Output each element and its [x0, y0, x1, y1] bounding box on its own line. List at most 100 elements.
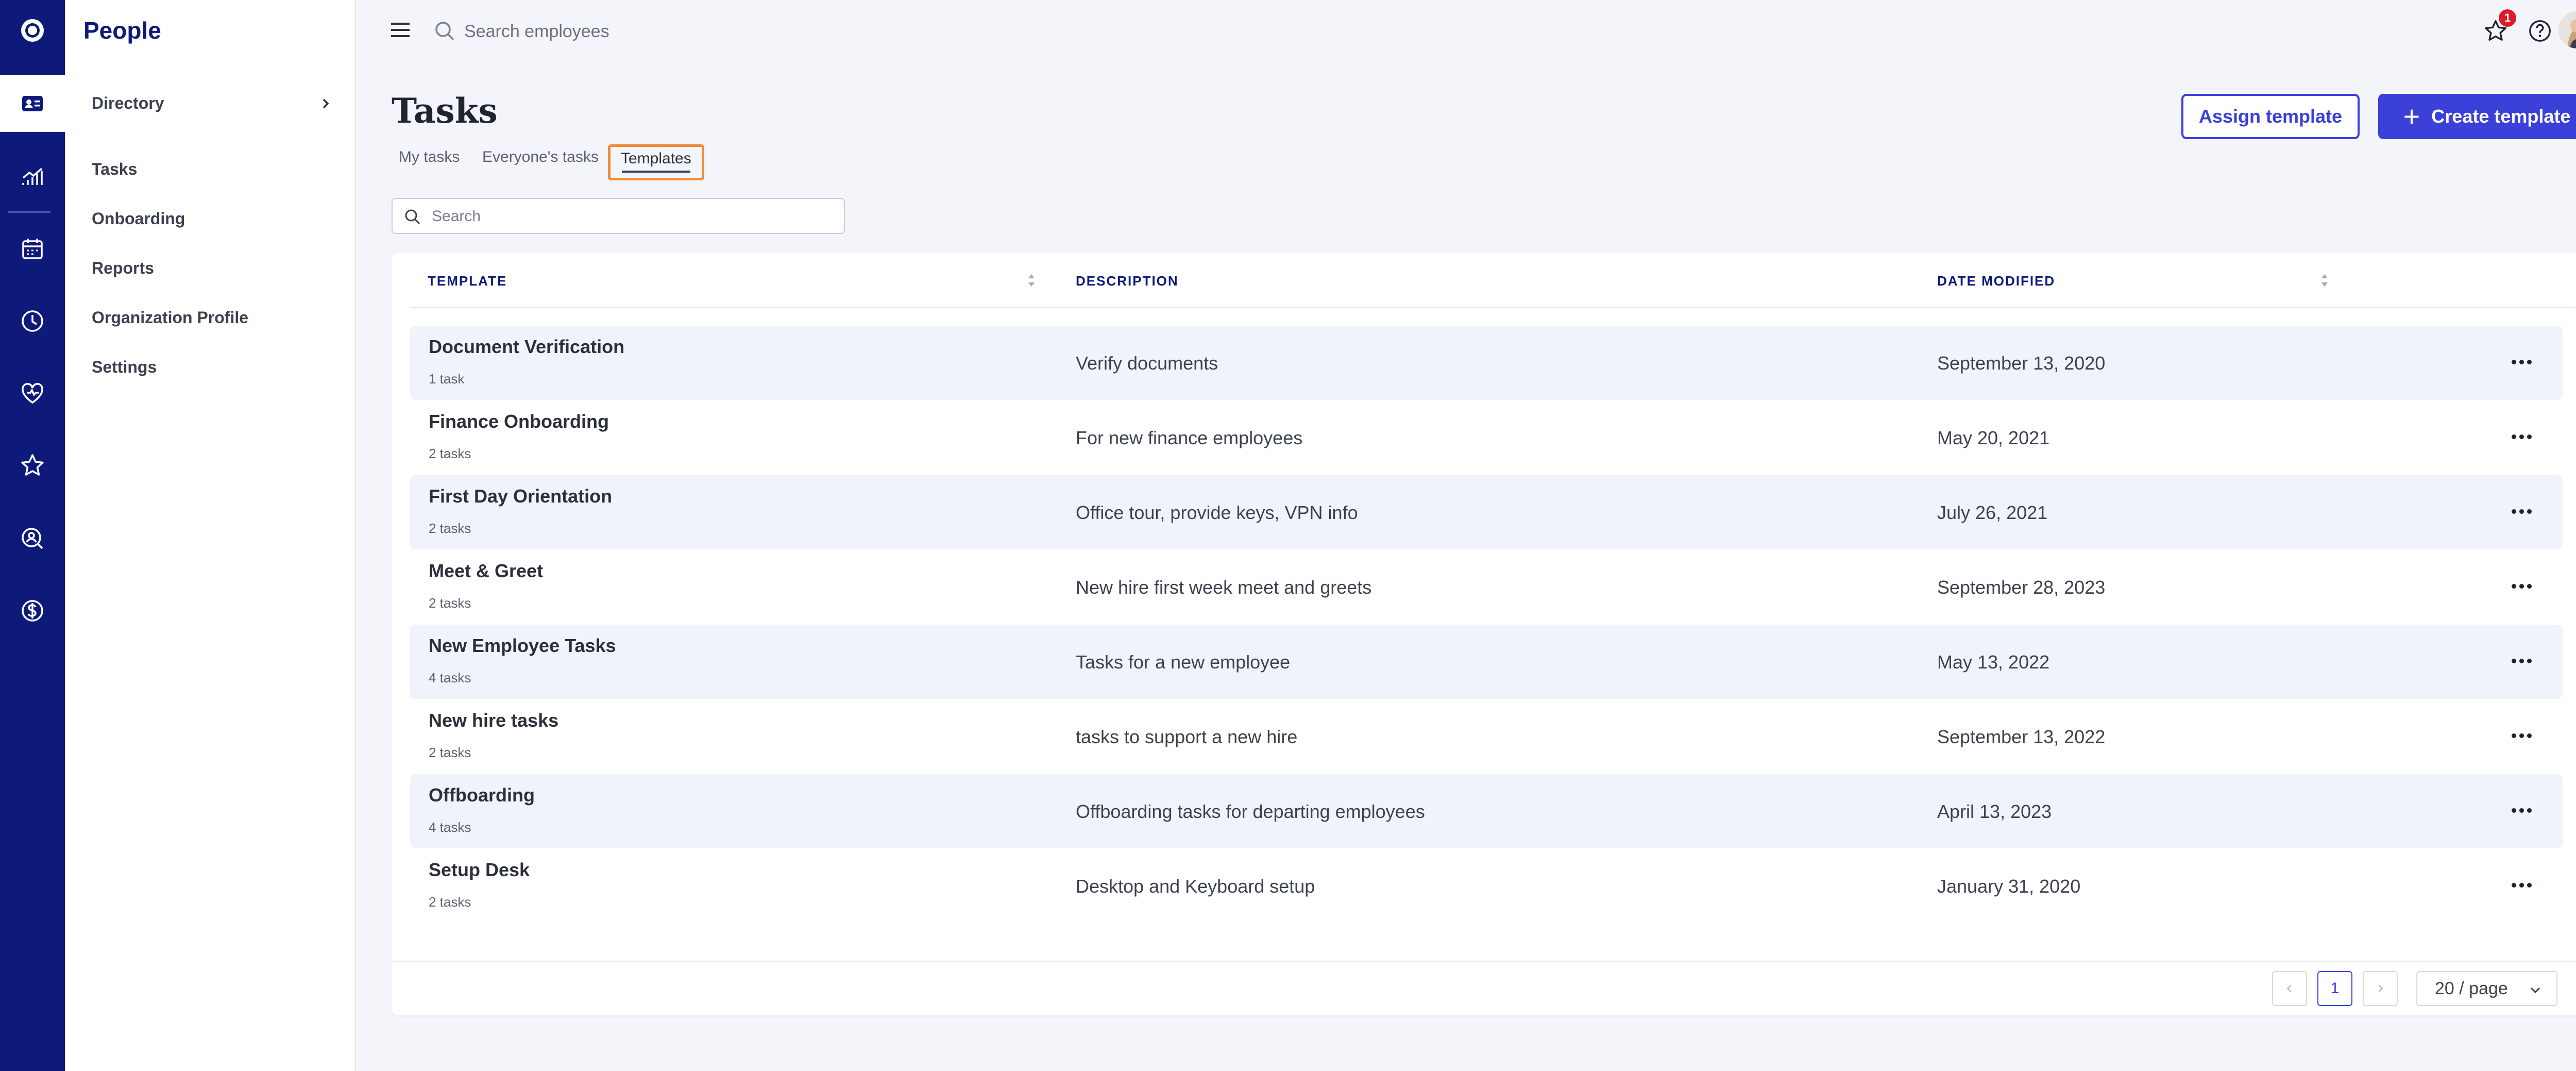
task-count: 2 tasks: [429, 446, 471, 461]
help-icon: [2529, 20, 2551, 42]
template-name[interactable]: Setup Desk: [429, 859, 530, 881]
active-tab-underline: [622, 171, 690, 173]
more-actions-icon[interactable]: [2509, 650, 2534, 671]
more-actions-icon[interactable]: [2509, 875, 2534, 895]
heart-icon[interactable]: [0, 365, 65, 422]
sidebar-item-settings[interactable]: Settings: [92, 358, 157, 377]
sidebar-item-onboarding[interactable]: Onboarding: [92, 209, 185, 228]
task-count: 2 tasks: [429, 745, 471, 760]
task-count: 1 task: [429, 371, 465, 387]
assign-template-button[interactable]: Assign template: [2181, 94, 2360, 139]
chevron-left-icon: [2286, 984, 2292, 993]
sort-icon[interactable]: [2319, 271, 2330, 290]
template-name[interactable]: Document Verification: [429, 336, 624, 358]
tab-templates-label: Templates: [621, 150, 691, 167]
task-count: 2 tasks: [429, 595, 471, 611]
table-row[interactable]: Offboarding 4 tasks Offboarding tasks fo…: [410, 774, 2563, 848]
more-actions-icon[interactable]: [2509, 576, 2534, 596]
tab-templates[interactable]: Templates: [608, 144, 704, 180]
sidebar-item-organization-profile[interactable]: Organization Profile: [92, 308, 248, 327]
help-button[interactable]: [2526, 16, 2554, 45]
template-name[interactable]: First Day Orientation: [429, 486, 612, 507]
template-name[interactable]: Finance Onboarding: [429, 411, 609, 432]
column-header-template[interactable]: TEMPLATE: [428, 273, 507, 289]
more-actions-icon[interactable]: [2509, 800, 2534, 821]
employee-search-input[interactable]: [464, 19, 825, 44]
date-modified: September 13, 2022: [1937, 726, 2106, 747]
table-row[interactable]: First Day Orientation 2 tasks Office tou…: [410, 475, 2563, 549]
sidebar-item-reports[interactable]: Reports: [92, 259, 154, 278]
date-modified: September 28, 2023: [1937, 577, 2106, 598]
date-modified: April 13, 2023: [1937, 801, 2052, 822]
top-bar: 1: [356, 0, 2576, 62]
sidebar-item-directory[interactable]: Directory: [92, 94, 164, 113]
rail-divider: [8, 211, 50, 213]
column-header-description: DESCRIPTION: [1076, 273, 1179, 289]
template-name[interactable]: Meet & Greet: [429, 560, 543, 582]
template-name[interactable]: New hire tasks: [429, 710, 558, 731]
page-number-button[interactable]: 1: [2317, 971, 2352, 1006]
sort-icon[interactable]: [1026, 271, 1037, 290]
task-count: 4 tasks: [429, 819, 471, 835]
page-size-value: 20 / page: [2435, 978, 2508, 998]
chevron-right-icon: [2378, 984, 2383, 993]
template-search-input[interactable]: [432, 203, 834, 230]
tab-everyones-tasks[interactable]: Everyone's tasks: [475, 145, 606, 169]
template-search: [392, 198, 845, 234]
search-icon: [405, 209, 420, 225]
table-row[interactable]: Setup Desk 2 tasks Desktop and Keyboard …: [410, 849, 2563, 923]
table-row[interactable]: Document Verification 1 task Verify docu…: [410, 326, 2563, 400]
clock-icon[interactable]: [0, 293, 65, 349]
star-icon[interactable]: [0, 437, 65, 494]
logo-icon[interactable]: [0, 2, 65, 59]
tab-my-tasks[interactable]: My tasks: [392, 145, 467, 169]
people-card-icon[interactable]: [0, 75, 65, 132]
dollar-icon[interactable]: [0, 582, 65, 639]
column-header-date-modified[interactable]: DATE MODIFIED: [1937, 273, 2055, 289]
template-name[interactable]: New Employee Tasks: [429, 635, 616, 657]
table-row[interactable]: New Employee Tasks 4 tasks Tasks for a n…: [410, 625, 2563, 699]
app-title: People: [83, 17, 161, 44]
sidebar: People Directory Tasks Onboarding Report…: [65, 0, 356, 1071]
chevron-down-icon: [2530, 987, 2540, 994]
more-actions-icon[interactable]: [2509, 725, 2534, 746]
header-divider: [410, 307, 2575, 308]
template-name[interactable]: Offboarding: [429, 784, 535, 806]
user-avatar[interactable]: [2558, 11, 2576, 48]
more-actions-icon[interactable]: [2509, 352, 2534, 372]
sidebar-item-tasks[interactable]: Tasks: [92, 160, 137, 179]
table-row[interactable]: Finance Onboarding 2 tasks For new finan…: [410, 400, 2563, 475]
search-icon: [435, 22, 454, 41]
template-description: For new finance employees: [1076, 427, 1303, 448]
hamburger-menu-icon[interactable]: [390, 21, 411, 39]
page-size-select[interactable]: 20 / page: [2416, 971, 2557, 1006]
more-actions-icon[interactable]: [2509, 501, 2534, 522]
template-description: Verify documents: [1076, 353, 1218, 374]
template-description: Desktop and Keyboard setup: [1076, 876, 1315, 897]
create-template-button[interactable]: + Create template: [2378, 94, 2576, 139]
template-description: Offboarding tasks for departing employee…: [1076, 801, 1425, 822]
chevron-right-icon[interactable]: [318, 96, 333, 111]
next-page-button[interactable]: [2363, 971, 2398, 1006]
date-modified: July 26, 2021: [1937, 502, 2048, 523]
analytics-icon[interactable]: [0, 147, 65, 204]
prev-page-button[interactable]: [2272, 971, 2307, 1006]
template-description: Office tour, provide keys, VPN info: [1076, 502, 1358, 523]
templates-table: TEMPLATE DESCRIPTION DATE MODIFIED Docum…: [392, 253, 2576, 1015]
template-description: tasks to support a new hire: [1076, 726, 1298, 747]
table-row[interactable]: New hire tasks 2 tasks tasks to support …: [410, 699, 2563, 774]
avatar-icon: [2558, 11, 2576, 48]
calendar-icon[interactable]: [0, 221, 65, 277]
date-modified: September 13, 2020: [1937, 353, 2106, 374]
favorites-button[interactable]: 1: [2481, 9, 2516, 45]
table-row[interactable]: Meet & Greet 2 tasks New hire first week…: [410, 550, 2563, 624]
search-person-icon[interactable]: [0, 510, 65, 567]
task-count: 2 tasks: [429, 521, 471, 536]
footer-divider: [392, 961, 2576, 962]
create-template-label: Create template: [2431, 106, 2571, 127]
task-count: 2 tasks: [429, 894, 471, 910]
template-description: New hire first week meet and greets: [1076, 577, 1372, 598]
task-count: 4 tasks: [429, 670, 471, 685]
more-actions-icon[interactable]: [2509, 426, 2534, 447]
page-title: Tasks: [392, 91, 498, 131]
